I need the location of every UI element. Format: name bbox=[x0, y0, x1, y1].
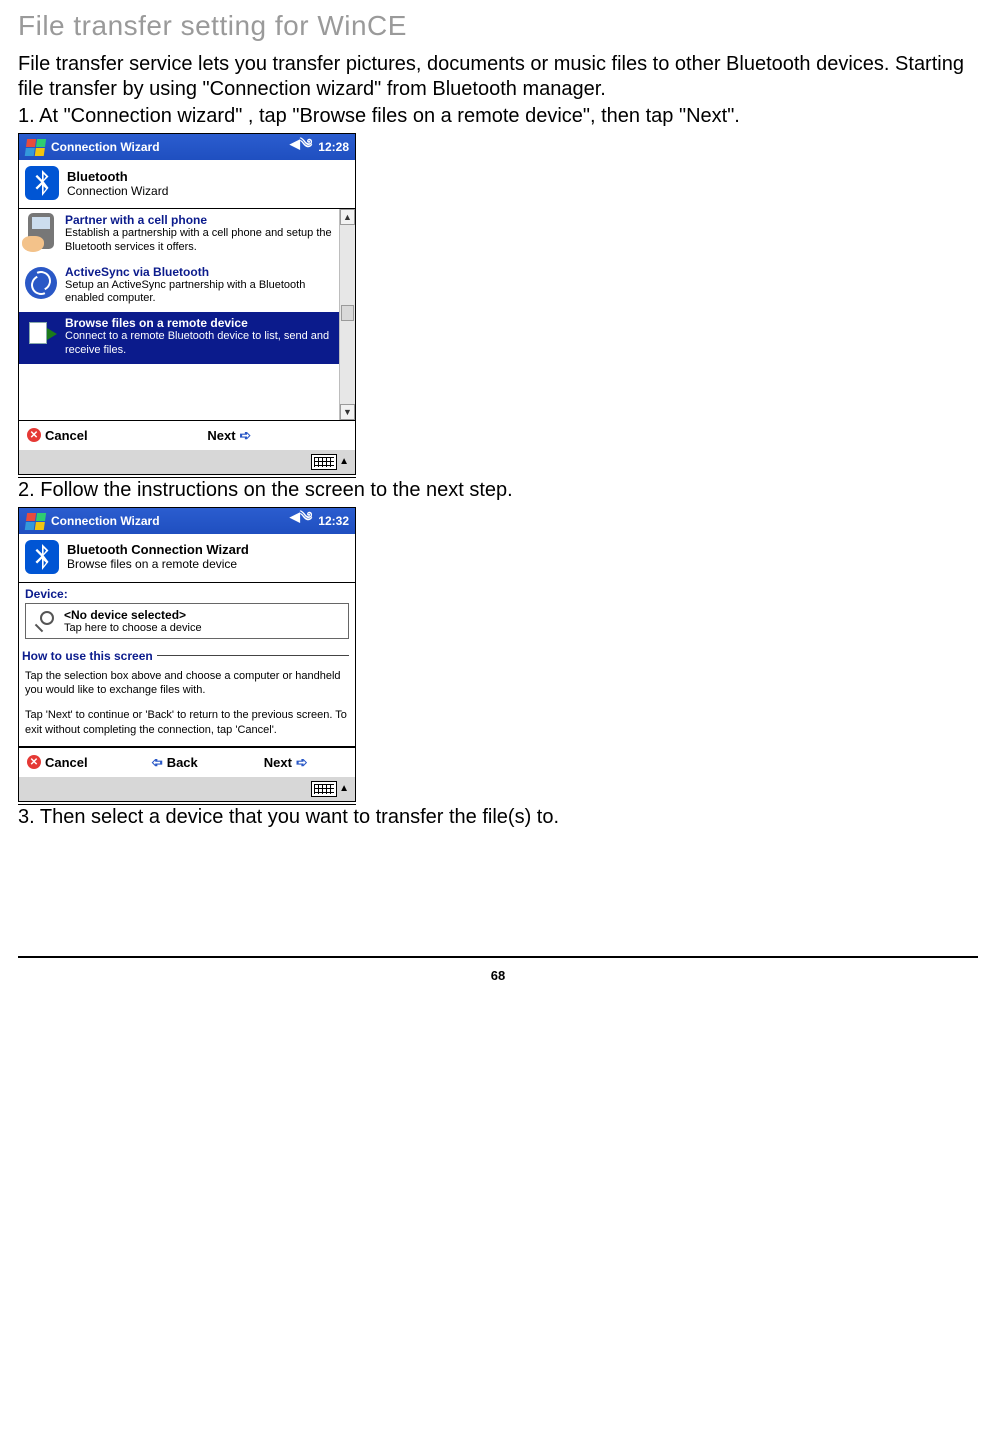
activesync-icon bbox=[23, 265, 59, 301]
next-label: Next bbox=[207, 428, 235, 443]
bluetooth-icon bbox=[25, 540, 59, 574]
arrow-left-icon: ➪ bbox=[151, 754, 163, 771]
titlebar: Connection Wizard ◀༄ 12:32 bbox=[19, 508, 355, 534]
volume-icon[interactable]: ◀༄ bbox=[290, 129, 312, 166]
screenshot-device-select: Connection Wizard ◀༄ 12:32 Bluetooth Con… bbox=[18, 507, 356, 802]
device-label: Device: bbox=[25, 587, 349, 601]
titlebar: Connection Wizard ◀༄ 12:28 bbox=[19, 134, 355, 160]
option-desc: Connect to a remote Bluetooth device to … bbox=[65, 330, 335, 358]
clock-time[interactable]: 12:28 bbox=[318, 140, 349, 154]
wizard-footer: ✕ Cancel ➪ Back Next ➪ bbox=[19, 747, 355, 777]
titlebar-title: Connection Wizard bbox=[51, 140, 284, 154]
option-title: Partner with a cell phone bbox=[65, 213, 335, 227]
wizard-title: Bluetooth bbox=[67, 169, 168, 184]
option-desc: Establish a partnership with a cell phon… bbox=[65, 227, 335, 255]
scrollbar[interactable]: ▲ ▼ bbox=[339, 209, 355, 420]
device-desc: Tap here to choose a device bbox=[64, 622, 202, 634]
cancel-icon: ✕ bbox=[27, 755, 41, 769]
option-title: ActiveSync via Bluetooth bbox=[65, 265, 335, 279]
keyboard-icon[interactable] bbox=[311, 781, 337, 797]
sip-bar: ▲ bbox=[19, 777, 355, 801]
cancel-button[interactable]: ✕ Cancel bbox=[27, 428, 88, 443]
next-button[interactable]: Next ➪ bbox=[264, 754, 308, 771]
sip-bar: ▲ bbox=[19, 450, 355, 474]
howto-text-2: Tap 'Next' to continue or 'Back' to retu… bbox=[19, 706, 355, 746]
wizard-title: Bluetooth Connection Wizard bbox=[67, 542, 249, 557]
wizard-header: Bluetooth Connection Wizard bbox=[19, 160, 355, 209]
bluetooth-icon bbox=[25, 166, 59, 200]
step-2-text: 2. Follow the instructions on the screen… bbox=[18, 478, 978, 503]
titlebar-title: Connection Wizard bbox=[51, 514, 284, 528]
page-title: File transfer setting for WinCE bbox=[18, 10, 978, 42]
magnify-icon bbox=[32, 609, 56, 633]
device-title: <No device selected> bbox=[64, 608, 202, 622]
scroll-track[interactable] bbox=[340, 225, 355, 404]
start-icon[interactable] bbox=[24, 512, 47, 530]
start-icon[interactable] bbox=[24, 138, 47, 156]
page-divider bbox=[18, 956, 978, 958]
scroll-down-button[interactable]: ▼ bbox=[340, 404, 355, 420]
cancel-icon: ✕ bbox=[27, 428, 41, 442]
keyboard-icon[interactable] bbox=[311, 454, 337, 470]
back-label: Back bbox=[167, 755, 198, 770]
wizard-header: Bluetooth Connection Wizard Browse files… bbox=[19, 534, 355, 583]
howto-text-1: Tap the selection box above and choose a… bbox=[19, 667, 355, 707]
page-number: 68 bbox=[18, 968, 978, 1003]
scroll-up-button[interactable]: ▲ bbox=[340, 209, 355, 225]
option-desc: Setup an ActiveSync partnership with a B… bbox=[65, 279, 335, 307]
volume-icon[interactable]: ◀༄ bbox=[290, 502, 312, 539]
cancel-label: Cancel bbox=[45, 428, 88, 443]
next-label: Next bbox=[264, 755, 292, 770]
list-blank-area bbox=[19, 364, 339, 420]
screenshot-wizard-list: Connection Wizard ◀༄ 12:28 Bluetooth Con… bbox=[18, 133, 356, 475]
wizard-subtitle: Browse files on a remote device bbox=[67, 557, 249, 571]
howto-fieldset: How to use this screen bbox=[25, 649, 349, 667]
device-selector[interactable]: <No device selected> Tap here to choose … bbox=[25, 603, 349, 639]
clock-time[interactable]: 12:32 bbox=[318, 514, 349, 528]
wizard-option-partner-phone[interactable]: Partner with a cell phone Establish a pa… bbox=[19, 209, 339, 261]
arrow-right-icon: ➪ bbox=[240, 427, 252, 444]
scroll-thumb[interactable] bbox=[341, 305, 354, 321]
next-button[interactable]: Next ➪ bbox=[207, 427, 251, 444]
cancel-label: Cancel bbox=[45, 755, 88, 770]
wizard-subtitle: Connection Wizard bbox=[67, 184, 168, 198]
sip-arrow-icon[interactable]: ▲ bbox=[339, 783, 349, 794]
phone-icon bbox=[23, 213, 59, 249]
wizard-footer: ✕ Cancel Next ➪ bbox=[19, 420, 355, 450]
option-title: Browse files on a remote device bbox=[65, 316, 335, 330]
back-button[interactable]: ➪ Back bbox=[151, 754, 198, 771]
intro-paragraph: File transfer service lets you transfer … bbox=[18, 52, 978, 102]
howto-legend: How to use this screen bbox=[22, 649, 157, 663]
step-1-text: 1. At "Connection wizard" , tap "Browse … bbox=[18, 104, 978, 129]
wizard-option-browse-files[interactable]: Browse files on a remote device Connect … bbox=[19, 312, 339, 364]
cancel-button[interactable]: ✕ Cancel bbox=[27, 755, 88, 770]
browse-files-icon bbox=[23, 316, 59, 352]
sip-arrow-icon[interactable]: ▲ bbox=[339, 456, 349, 467]
arrow-right-icon: ➪ bbox=[296, 754, 308, 771]
step-3-text: 3. Then select a device that you want to… bbox=[18, 805, 978, 830]
wizard-option-activesync[interactable]: ActiveSync via Bluetooth Setup an Active… bbox=[19, 261, 339, 313]
